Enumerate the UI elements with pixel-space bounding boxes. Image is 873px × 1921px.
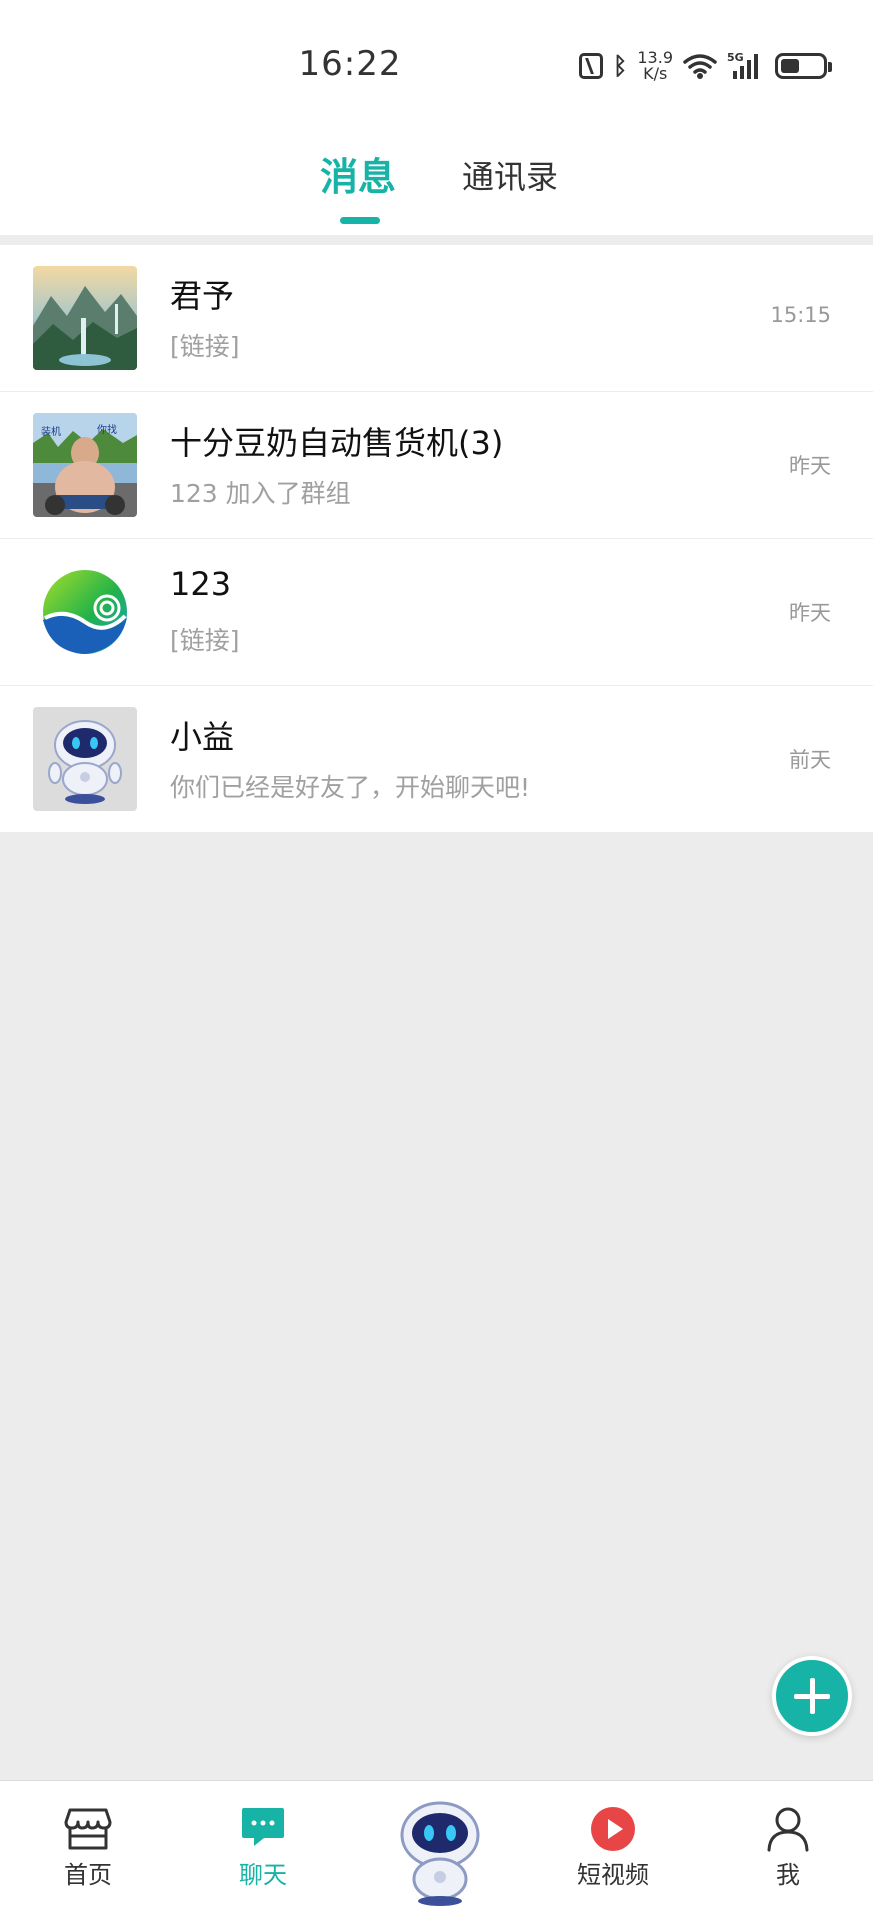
add-button[interactable]: [772, 1656, 852, 1736]
conversation-preview: 你们已经是好友了，开始聊天吧!: [170, 773, 531, 802]
network-speed-unit: K/s: [643, 64, 668, 83]
play-icon: [590, 1806, 636, 1856]
conversation-item[interactable]: 装机 你找 十分豆奶自动售货机(3) 123 加入了群组 昨天: [0, 392, 873, 539]
bottom-navigation: 首页 聊天 短视频 我: [0, 1780, 873, 1921]
conversation-time: 前天: [789, 748, 831, 772]
conversation-name: 十分豆奶自动售货机(3): [170, 424, 504, 462]
chat-bubble-icon: [240, 1806, 286, 1854]
conversation-preview: [链接]: [170, 332, 240, 361]
conversation-preview: [链接]: [170, 626, 240, 655]
tab-contacts[interactable]: 通讯录: [462, 152, 558, 198]
nav-me-label: 我: [776, 1861, 800, 1889]
bluetooth-icon: ᛒ: [612, 52, 628, 80]
robot-assistant-icon: [394, 1797, 486, 1911]
conversation-item[interactable]: 君予 [链接] 15:15: [0, 245, 873, 392]
network-speed: 13.9 K/s: [637, 50, 673, 82]
nav-home-label: 首页: [64, 1861, 112, 1889]
conversation-preview: 123 加入了群组: [170, 479, 351, 508]
tab-header: 消息 通讯录: [0, 120, 873, 245]
battery-icon: [775, 53, 832, 79]
user-icon: [766, 1806, 810, 1856]
conversation-name: 小益: [170, 718, 235, 756]
conversation-time: 昨天: [789, 454, 831, 478]
nav-chat[interactable]: 聊天: [193, 1781, 333, 1921]
svg-text:你找: 你找: [97, 423, 117, 436]
nav-robot-assistant[interactable]: [370, 1781, 510, 1921]
store-icon: [64, 1806, 112, 1856]
avatar-sphere-logo: [33, 560, 137, 664]
active-tab-indicator: [340, 217, 380, 224]
nav-me[interactable]: 我: [718, 1781, 858, 1921]
tab-messages[interactable]: 消息: [320, 146, 396, 201]
conversation-name: 君予: [170, 277, 235, 315]
svg-text:装机: 装机: [41, 425, 61, 438]
network-type-label: 5G: [727, 51, 744, 64]
nav-chat-label: 聊天: [239, 1861, 287, 1889]
conversation-item[interactable]: 123 [链接] 昨天: [0, 539, 873, 686]
conversation-item[interactable]: 小益 你们已经是好友了，开始聊天吧! 前天: [0, 686, 873, 833]
wifi-icon: [683, 52, 717, 80]
nav-short-video[interactable]: 短视频: [543, 1781, 683, 1921]
avatar-robot: [33, 707, 137, 811]
status-bar: 16:22 ᛒ 13.9 K/s 5G: [0, 0, 873, 120]
nav-home[interactable]: 首页: [18, 1781, 158, 1921]
conversation-name: 123: [170, 565, 232, 603]
conversation-time: 昨天: [789, 601, 831, 625]
conversation-list: 君予 [链接] 15:15 装机 你找 十分豆奶自动售货机(3) 123 加入了…: [0, 245, 873, 833]
signal-icon: 5G: [727, 51, 761, 81]
status-icons: ᛒ 13.9 K/s 5G: [578, 46, 832, 86]
avatar-landscape: [33, 266, 137, 370]
avatar-group-photo: 装机 你找: [33, 413, 137, 517]
conversation-time: 15:15: [770, 303, 831, 327]
nav-short-video-label: 短视频: [577, 1861, 649, 1889]
nfc-icon: [578, 53, 603, 79]
